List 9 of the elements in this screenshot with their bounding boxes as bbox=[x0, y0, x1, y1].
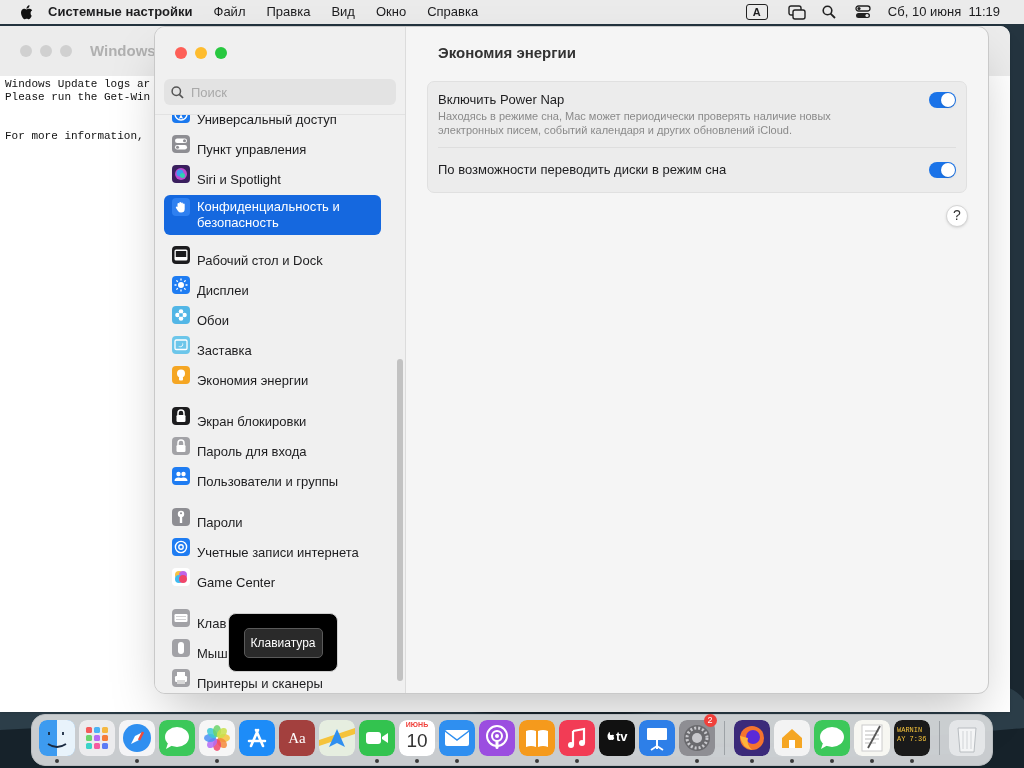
setting-description: Находясь в режиме сна, Mac может периодически проверять наличие новых электронных писем, событий календаря и других обновлений iCloud. bbox=[438, 108, 832, 137]
tooltip-label: Клавиатура bbox=[243, 627, 323, 658]
setting-label: Включить Power Nap bbox=[438, 90, 565, 109]
console-line: For more information, bbox=[5, 130, 144, 143]
pane-title: Экономия энергии bbox=[438, 43, 576, 63]
console-line: Windows Update logs ar bbox=[5, 78, 151, 91]
console-line: Please run the Get-Win bbox=[5, 91, 151, 104]
setting-label: По возможности переводить диски в режим сна bbox=[438, 160, 727, 179]
window-title: Windows bbox=[90, 40, 156, 61]
